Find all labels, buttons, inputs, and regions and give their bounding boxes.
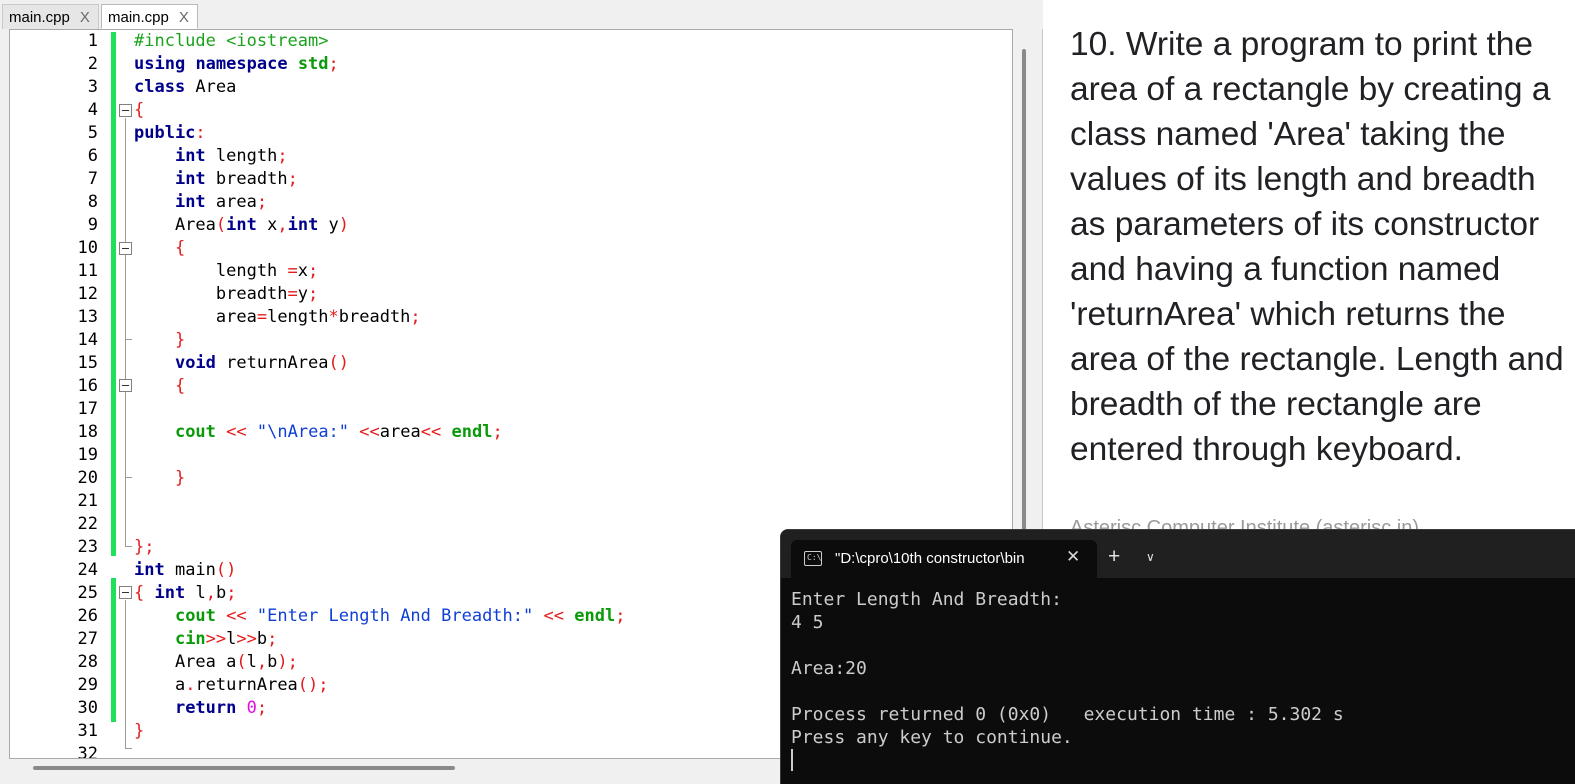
line-number: 18 <box>77 422 98 442</box>
line-number: 15 <box>77 353 98 373</box>
terminal-output-line: Process returned 0 (0x0) execution time … <box>791 704 1344 725</box>
fold-toggle-icon[interactable] <box>119 242 132 255</box>
terminal-title-bar: C:\ "D:\cpro\10th constructor\bin ✕ + ∨ <box>781 530 1575 578</box>
line-number: 3 <box>87 77 98 97</box>
line-number: 32 <box>77 744 98 759</box>
chevron-down-icon[interactable]: ∨ <box>1146 550 1155 564</box>
line-number: 6 <box>87 146 98 166</box>
fold-end-tick <box>125 339 132 340</box>
code-line[interactable]: public: <box>134 122 206 145</box>
terminal-tab-title: "D:\cpro\10th constructor\bin <box>835 550 1025 567</box>
terminal-cursor-line <box>791 749 1344 772</box>
fold-end-tick <box>125 748 132 749</box>
terminal-output[interactable]: Enter Length And Breadth: 4 5 Area:20 Proce… <box>791 588 1344 772</box>
code-line[interactable]: int area; <box>134 191 267 214</box>
editor-tab-bar: main.cpp X main.cpp X <box>0 0 1043 29</box>
line-number: 21 <box>77 491 98 511</box>
scroll-thumb[interactable] <box>33 766 455 770</box>
line-number: 24 <box>77 560 98 580</box>
code-line[interactable]: } <box>134 467 185 490</box>
line-number: 1 <box>87 31 98 51</box>
line-number: 26 <box>77 606 98 626</box>
code-line[interactable]: { <box>134 237 185 260</box>
fold-toggle-icon[interactable] <box>119 104 132 117</box>
code-line[interactable]: int main() <box>134 559 236 582</box>
line-number: 30 <box>77 698 98 718</box>
close-icon[interactable]: X <box>80 9 90 26</box>
code-line[interactable]: { <box>134 99 144 122</box>
fold-toggle-icon[interactable] <box>119 586 132 599</box>
tab-main-cpp-2[interactable]: main.cpp X <box>101 4 198 29</box>
code-line[interactable]: cin>>l>>b; <box>134 628 277 651</box>
terminal-output-line: Enter Length And Breadth: <box>791 589 1062 610</box>
code-line[interactable]: breadth=y; <box>134 283 318 306</box>
code-line[interactable]: void returnArea() <box>134 352 349 375</box>
line-number: 27 <box>77 629 98 649</box>
terminal-output-line: Area:20 <box>791 658 867 679</box>
code-line[interactable]: } <box>134 720 144 743</box>
line-number: 11 <box>77 261 98 281</box>
close-tab-icon[interactable]: ✕ <box>1066 547 1080 567</box>
line-number: 4 <box>87 100 98 120</box>
code-line[interactable]: using namespace std; <box>134 53 339 76</box>
code-line[interactable]: return 0; <box>134 697 267 720</box>
code-line[interactable]: length =x; <box>134 260 318 283</box>
terminal-icon: C:\ <box>804 551 822 566</box>
terminal-window: C:\ "D:\cpro\10th constructor\bin ✕ + ∨ … <box>780 529 1575 784</box>
line-number: 14 <box>77 330 98 350</box>
code-line[interactable]: a.returnArea(); <box>134 674 329 697</box>
line-number: 16 <box>77 376 98 396</box>
line-number: 29 <box>77 675 98 695</box>
code-line[interactable]: area=length*breadth; <box>134 306 421 329</box>
code-line[interactable]: #include <iostream> <box>134 30 328 53</box>
fold-end-tick <box>125 477 132 478</box>
line-number: 17 <box>77 399 98 419</box>
code-line[interactable]: int breadth; <box>134 168 298 191</box>
code-line[interactable]: class Area <box>134 76 236 99</box>
line-number: 5 <box>87 123 98 143</box>
line-number: 7 <box>87 169 98 189</box>
line-number: 31 <box>77 721 98 741</box>
line-number: 22 <box>77 514 98 534</box>
line-number-gutter: 1 2 3 4 5 6 7 8 9 10 11 12 13 14 15 16 17 18 19 20 21 22 23 24 2… <box>10 30 110 758</box>
fold-guide-line <box>125 118 126 546</box>
fold-guide-line <box>125 600 126 748</box>
terminal-output-line: Press any key to continue. <box>791 727 1073 748</box>
exercise-question-text: 10. Write a program to print the area of… <box>1070 26 1564 468</box>
code-line[interactable]: cout << "\nArea:" <<area<< endl; <box>134 421 503 444</box>
fold-end-tick <box>125 546 132 547</box>
close-icon[interactable]: X <box>179 9 189 26</box>
line-number: 25 <box>77 583 98 603</box>
line-number: 20 <box>77 468 98 488</box>
terminal-tab[interactable]: C:\ "D:\cpro\10th constructor\bin ✕ <box>791 540 1097 578</box>
code-line[interactable]: }; <box>134 536 155 559</box>
line-number: 8 <box>87 192 98 212</box>
code-line[interactable]: cout << "Enter Length And Breadth:" << e… <box>134 605 626 628</box>
code-line[interactable]: } <box>134 329 185 352</box>
line-number: 2 <box>87 54 98 74</box>
code-line[interactable]: { int l,b; <box>134 582 236 605</box>
terminal-output-line: 4 5 <box>791 612 824 633</box>
tab-label: main.cpp <box>9 9 70 26</box>
code-line[interactable]: { <box>134 375 185 398</box>
tab-label: main.cpp <box>108 9 169 26</box>
code-line[interactable]: Area(int x,int y) <box>134 214 349 237</box>
new-tab-icon[interactable]: + <box>1108 546 1120 567</box>
line-number: 10 <box>77 238 98 258</box>
line-number: 12 <box>77 284 98 304</box>
tab-main-cpp-1[interactable]: main.cpp X <box>2 4 99 29</box>
fold-margin <box>116 30 134 758</box>
code-line[interactable]: Area a(l,b); <box>134 651 298 674</box>
code-line[interactable]: int length; <box>134 145 288 168</box>
line-number: 19 <box>77 445 98 465</box>
text-cursor <box>791 749 793 771</box>
line-number: 28 <box>77 652 98 672</box>
line-number: 9 <box>87 215 98 235</box>
fold-toggle-icon[interactable] <box>119 379 132 392</box>
line-number: 23 <box>77 537 98 557</box>
line-number: 13 <box>77 307 98 327</box>
